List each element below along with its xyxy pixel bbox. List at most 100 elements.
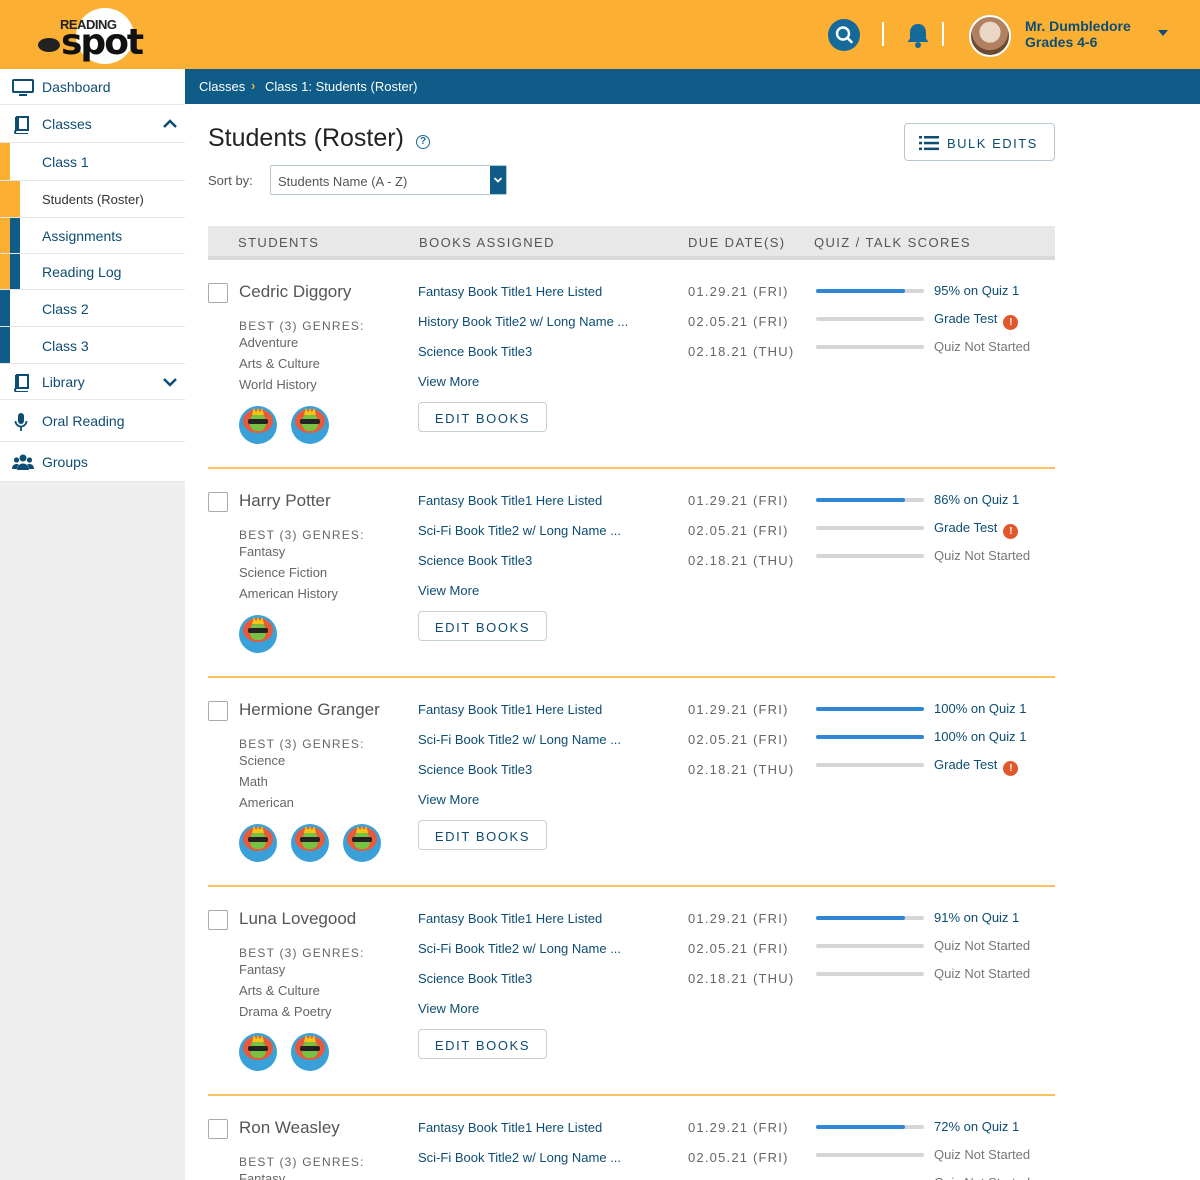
assigned-book-link[interactable]: History Book Title2 w/ Long Name ... <box>418 314 628 329</box>
reading-spot-logo[interactable]: READING spot <box>36 8 144 64</box>
chevron-down-icon[interactable] <box>1158 30 1168 36</box>
sidebar-item-class-3[interactable]: Class 3 <box>0 327 185 364</box>
sort-label: Sort by: <box>208 173 253 188</box>
sort-value: Students Name (A - Z) <box>278 174 408 189</box>
table-row: Luna Lovegood BEST (3) GENRES: Fantasy Arts… <box>208 889 1055 1096</box>
student-name[interactable]: Cedric Diggory <box>239 282 351 302</box>
alert-icon: ! <box>1003 315 1019 330</box>
badge-shape <box>248 628 268 633</box>
due-date: 01.29.21 (FRI) <box>688 702 789 717</box>
genre-item: American <box>239 795 294 810</box>
edit-books-button[interactable]: EDIT BOOKS <box>418 611 547 641</box>
sidebar-item-groups[interactable]: Groups <box>0 442 185 482</box>
breadcrumb-classes-link[interactable]: Classes <box>199 79 245 94</box>
due-date: 02.05.21 (FRI) <box>688 941 789 956</box>
badge-shape <box>252 617 264 624</box>
help-icon[interactable]: ? <box>416 135 430 149</box>
select-student-checkbox[interactable] <box>208 1119 228 1139</box>
sort-select[interactable]: Students Name (A - Z) <box>270 165 507 195</box>
quiz-score[interactable]: 100% on Quiz 1 <box>934 729 1027 744</box>
microphone-icon <box>14 413 28 431</box>
assigned-book-link[interactable]: Fantasy Book Title1 Here Listed <box>418 284 602 299</box>
assigned-book-link[interactable]: Sci-Fi Book Title2 w/ Long Name ... <box>418 523 621 538</box>
chevron-down-icon[interactable] <box>163 377 177 387</box>
quiz-score[interactable]: 91% on Quiz 1 <box>934 910 1019 925</box>
quiz-score[interactable]: Grade Test! <box>934 757 1019 776</box>
edit-books-button[interactable]: EDIT BOOKS <box>418 820 547 850</box>
quiz-score[interactable]: 72% on Quiz 1 <box>934 1119 1019 1134</box>
quiz-progress-bar <box>816 735 924 739</box>
edit-books-button[interactable]: EDIT BOOKS <box>418 1029 547 1059</box>
avatar[interactable] <box>969 15 1011 57</box>
quiz-progress-bar <box>816 1125 924 1129</box>
notifications-button[interactable] <box>903 20 933 50</box>
due-date: 01.29.21 (FRI) <box>688 1120 789 1135</box>
sidebar-item-oral-reading[interactable]: Oral Reading <box>0 400 185 442</box>
select-student-checkbox[interactable] <box>208 492 228 512</box>
quiz-progress-fill <box>816 707 924 711</box>
assigned-book-link[interactable]: Fantasy Book Title1 Here Listed <box>418 702 602 717</box>
select-student-checkbox[interactable] <box>208 701 228 721</box>
bell-icon <box>907 24 929 48</box>
assigned-book-link[interactable]: Sci-Fi Book Title2 w/ Long Name ... <box>418 732 621 747</box>
select-student-checkbox[interactable] <box>208 910 228 930</box>
alert-icon: ! <box>1003 761 1019 776</box>
quiz-progress-bar <box>816 498 924 502</box>
bulk-edits-button[interactable]: BULK EDITS <box>904 123 1055 161</box>
sidebar-item-label: Groups <box>42 454 88 470</box>
badge-shape <box>248 419 268 424</box>
user-name[interactable]: Mr. Dumbledore <box>1025 18 1131 34</box>
sidebar-item-students-roster[interactable]: Students (Roster) <box>0 181 185 218</box>
badge-shape <box>252 408 264 415</box>
quiz-score[interactable]: 100% on Quiz 1 <box>934 701 1027 716</box>
assigned-book-link[interactable]: Fantasy Book Title1 Here Listed <box>418 911 602 926</box>
search-button[interactable] <box>828 19 860 51</box>
view-more-link[interactable]: View More <box>418 374 479 389</box>
student-name[interactable]: Luna Lovegood <box>239 909 356 929</box>
reading-badge-icon <box>291 406 329 444</box>
badge-shape <box>252 1035 264 1042</box>
quiz-score[interactable]: 86% on Quiz 1 <box>934 492 1019 507</box>
select-student-checkbox[interactable] <box>208 283 228 303</box>
quiz-score[interactable]: 95% on Quiz 1 <box>934 283 1019 298</box>
assigned-book-link[interactable]: Science Book Title3 <box>418 971 532 986</box>
assigned-book-link[interactable]: Science Book Title3 <box>418 553 532 568</box>
chevron-up-icon[interactable] <box>163 119 177 129</box>
sidebar-item-class-1[interactable]: Class 1 <box>0 143 185 181</box>
assigned-book-link[interactable]: Science Book Title3 <box>418 762 532 777</box>
sidebar-item-assignments[interactable]: Assignments <box>0 218 185 254</box>
bulk-edits-label: BULK EDITS <box>947 136 1038 151</box>
table-row: Ron Weasley BEST (3) GENRES: Fantasy Fantas… <box>208 1098 1055 1180</box>
indent-bar <box>10 218 20 253</box>
view-more-link[interactable]: View More <box>418 1001 479 1016</box>
student-name[interactable]: Ron Weasley <box>239 1118 340 1138</box>
sidebar-item-reading-log[interactable]: Reading Log <box>0 254 185 290</box>
view-more-link[interactable]: View More <box>418 583 479 598</box>
student-name[interactable]: Harry Potter <box>239 491 331 511</box>
view-more-link[interactable]: View More <box>418 792 479 807</box>
assigned-book-link[interactable]: Fantasy Book Title1 Here Listed <box>418 1120 602 1135</box>
header-divider <box>882 22 884 46</box>
edit-books-button[interactable]: EDIT BOOKS <box>418 402 547 432</box>
genre-item: Science <box>239 753 286 768</box>
sidebar-item-classes[interactable]: Classes <box>0 105 185 143</box>
assigned-book-link[interactable]: Science Book Title3 <box>418 344 532 359</box>
quiz-score[interactable]: Grade Test! <box>934 311 1019 330</box>
quiz-score: Quiz Not Started <box>934 966 1031 981</box>
quiz-score[interactable]: Grade Test! <box>934 520 1019 539</box>
users-icon <box>12 454 34 470</box>
assigned-book-link[interactable]: Sci-Fi Book Title2 w/ Long Name ... <box>418 941 621 956</box>
assigned-book-link[interactable]: Fantasy Book Title1 Here Listed <box>418 493 602 508</box>
assigned-book-link[interactable]: Sci-Fi Book Title2 w/ Long Name ... <box>418 1150 621 1165</box>
sidebar-item-library[interactable]: Library <box>0 364 185 400</box>
due-date: 02.05.21 (FRI) <box>688 1150 789 1165</box>
table-row: Hermione Granger BEST (3) GENRES: Science M… <box>208 680 1055 887</box>
sidebar-item-dashboard[interactable]: Dashboard <box>0 69 185 105</box>
student-name[interactable]: Hermione Granger <box>239 700 380 720</box>
due-date: 02.18.21 (THU) <box>688 762 795 777</box>
badge-shape <box>352 837 372 842</box>
sidebar-item-class-2[interactable]: Class 2 <box>0 290 185 327</box>
genre-item: World History <box>239 377 317 392</box>
sidebar-item-label: Class 1 <box>42 154 89 170</box>
indent-bar <box>0 181 10 217</box>
